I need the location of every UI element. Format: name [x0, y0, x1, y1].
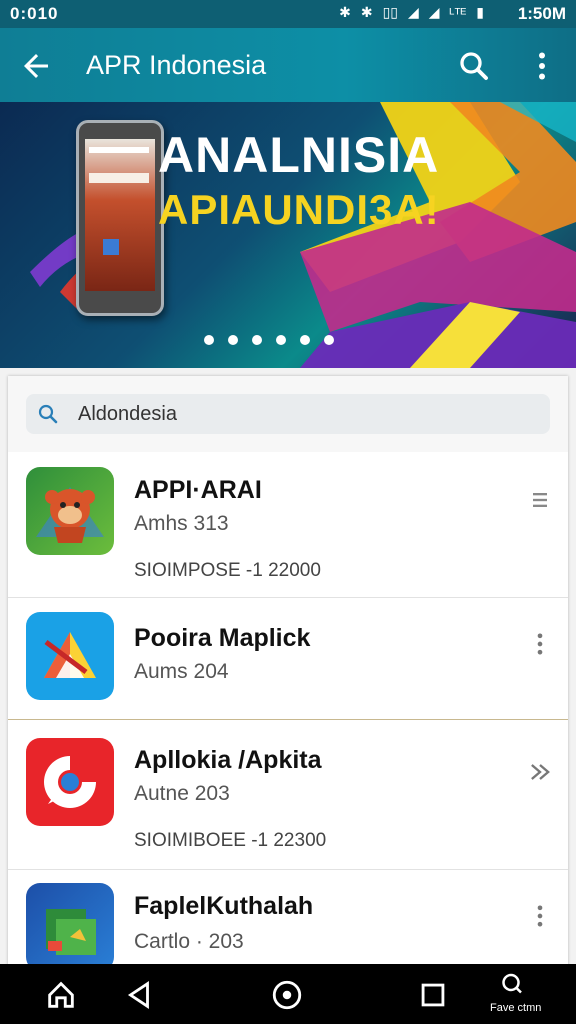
carousel-dot[interactable]	[276, 335, 286, 345]
banner-subheadline: APIAUNDI3A!	[158, 186, 440, 233]
app-icon-browser	[26, 738, 114, 826]
lines-icon[interactable]	[526, 486, 554, 514]
bluetooth-icon: ✱	[339, 4, 351, 20]
status-bar: 0:010 ✱ ✱ ▯▯ ◢ ◢ ᴸᵀᴱ ▮ 1:50M	[0, 0, 576, 28]
app-icon-maps	[26, 612, 114, 700]
monkey-icon	[36, 487, 104, 543]
phone-screen-bar	[89, 147, 149, 153]
kebab-icon[interactable]	[526, 902, 554, 930]
page-title: APR Indonesia	[86, 50, 267, 80]
search-input[interactable]: Aldondesia	[78, 403, 177, 426]
app-icon-files	[26, 883, 114, 971]
more-vert-icon[interactable]	[524, 48, 560, 84]
carousel-dot[interactable]	[252, 335, 262, 345]
phone-screen	[85, 139, 155, 291]
carousel-dot[interactable]	[324, 335, 334, 345]
wifi-icon: ◢	[407, 4, 419, 20]
list-item[interactable]: FaplelKuthalah Cartlo · 203	[8, 870, 568, 971]
carousel-indicator	[204, 335, 334, 345]
signal-icon: ◢	[428, 4, 440, 20]
status-time: 0:010	[10, 4, 59, 23]
carousel-dot[interactable]	[300, 335, 310, 345]
promo-banner[interactable]: ANALNISIA APIAUNDI3A!	[0, 102, 576, 368]
app-name: FaplelKuthalah	[134, 892, 314, 920]
phone-screen-tile	[103, 239, 119, 255]
phone-screen-search	[89, 173, 149, 183]
vibrate-icon: ✱	[360, 4, 373, 20]
search-field[interactable]: Aldondesia	[26, 394, 550, 434]
app-icon-mascot	[26, 467, 114, 555]
back-arrow-icon[interactable]	[18, 48, 54, 84]
nav-label: Fave ctmn	[490, 1002, 542, 1014]
map-icon	[44, 632, 96, 678]
navigation-bar: Fave ctmn	[0, 964, 576, 1024]
status-icons: ✱ ✱ ▯▯ ◢ ◢ ᴸᵀᴱ ▮	[339, 4, 484, 21]
app-meta: SIOIMPOSE -1 22000	[134, 560, 321, 581]
app-name: APPI·ARAI	[134, 476, 262, 504]
app-subtitle: Amhs 313	[134, 512, 229, 535]
browser-icon	[44, 756, 96, 808]
user-icon[interactable]	[496, 970, 526, 1000]
app-meta: SIOIMIBOEE -1 22300	[134, 830, 327, 851]
assistant-circle-icon[interactable]	[270, 978, 304, 1012]
phone-illustration	[76, 120, 164, 316]
app-name: Pooira Maplick	[134, 624, 311, 652]
banner-headline: ANALNISIA	[158, 127, 440, 183]
search-row: Aldondesia	[8, 376, 568, 452]
signal-label: ᴸᵀᴱ	[449, 4, 467, 21]
list-item[interactable]: Pooira Maplick Aums 204	[8, 598, 568, 719]
recents-square-icon[interactable]	[416, 978, 450, 1012]
app-name: Apllokia /Apkita	[134, 746, 322, 774]
battery-icon: ▮	[476, 4, 484, 20]
carousel-dot[interactable]	[228, 335, 238, 345]
app-subtitle: Autne 203	[134, 782, 230, 805]
list-item[interactable]: Apllokia /Apkita Autne 203 SIOIMIBOEE -1…	[8, 720, 568, 869]
app-subtitle: Cartlo · 203	[134, 930, 244, 953]
results-card: Aldondesia APPI·ARAI Amhs 313 SIOIMPOSE …	[8, 376, 568, 1016]
status-clock: 1:50M	[517, 4, 566, 23]
kebab-icon[interactable]	[526, 630, 554, 658]
back-triangle-icon[interactable]	[122, 978, 156, 1012]
folder-icon	[46, 909, 96, 955]
app-subtitle: Aums 204	[134, 660, 229, 683]
nfc-icon: ▯▯	[382, 4, 398, 20]
list-item[interactable]: APPI·ARAI Amhs 313 SIOIMPOSE -1 22000	[8, 452, 568, 597]
search-icon	[38, 404, 58, 424]
home-icon[interactable]	[44, 978, 78, 1012]
arrows-icon[interactable]	[526, 758, 554, 786]
search-icon[interactable]	[456, 48, 492, 84]
app-bar: APR Indonesia	[0, 28, 576, 102]
carousel-dot[interactable]	[204, 335, 214, 345]
